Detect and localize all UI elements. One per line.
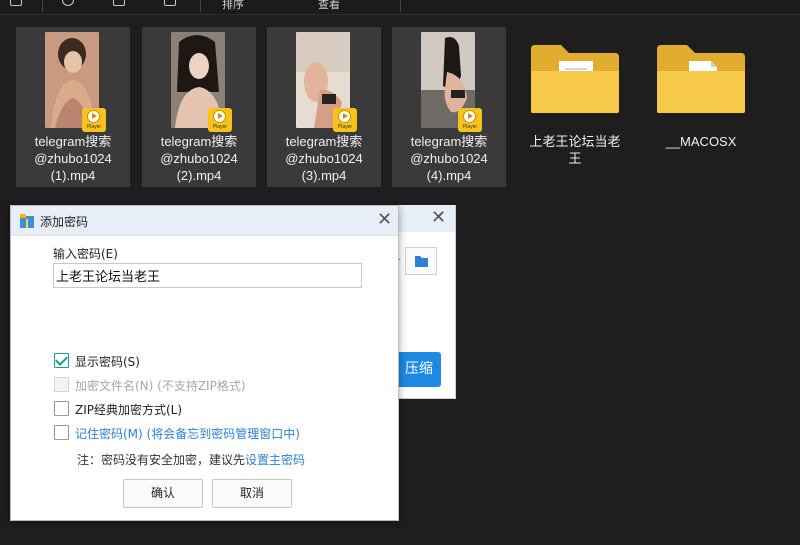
browse-folder-button[interactable] [405, 247, 437, 275]
set-master-password-link[interactable]: 设置主密码 [245, 453, 305, 467]
confirm-button[interactable]: 确认 [123, 479, 203, 508]
cancel-button[interactable]: 取消 [212, 479, 292, 508]
checkbox-icon[interactable] [54, 425, 69, 440]
security-note: 注：密码没有安全加密，建议先设置主密码 [77, 451, 305, 468]
file-name: telegram搜索 @zhubo1024 (4).mp4 [410, 134, 488, 183]
explorer-toolbar: 排序 查看 [0, 0, 800, 15]
new-icon[interactable] [10, 0, 22, 6]
player-badge-icon: Player [82, 108, 106, 132]
close-icon[interactable]: ✕ [431, 207, 446, 228]
file-tile-video-1[interactable]: Player telegram搜索 @zhubo1024 (1).mp4 [16, 27, 130, 187]
file-name: telegram搜索 @zhubo1024 (3).mp4 [285, 134, 363, 183]
folder-name: 上老王论坛当老 王 [529, 134, 621, 166]
folder-icon [415, 256, 428, 267]
folder-name: __MACOSX [665, 134, 737, 149]
add-password-dialog: 添加密码 ✕ 输入密码(E) 显示密码(S) 加密文件名(N) (不支持ZIP格… [10, 205, 399, 521]
file-tile-video-4[interactable]: Player telegram搜索 @zhubo1024 (4).mp4 [392, 27, 506, 187]
player-badge-icon: Player [208, 108, 232, 132]
checkbox-checked-icon[interactable] [54, 353, 69, 368]
sort-button[interactable]: 排序 [222, 0, 244, 12]
folder-icon [657, 45, 745, 113]
file-tile-video-2[interactable]: Player telegram搜索 @zhubo1024 (2).mp4 [142, 27, 256, 187]
password-label: 输入密码(E) [53, 247, 118, 261]
file-name: telegram搜索 @zhubo1024 (2).mp4 [160, 134, 238, 183]
player-badge-icon: Player [333, 108, 357, 132]
cut-icon[interactable] [62, 0, 74, 6]
dialog-title: 添加密码 [40, 215, 89, 229]
compress-button[interactable]: 压缩 [397, 352, 441, 387]
dialog-titlebar: 添加密码 ✕ [11, 206, 398, 236]
archive-app-icon [20, 214, 34, 228]
option-label: ZIP经典加密方式(L) [75, 403, 183, 417]
toolbar-separator [400, 0, 401, 12]
folder-icon [531, 45, 619, 113]
option-label: 显示密码(S) [75, 355, 140, 369]
toolbar-separator [200, 0, 201, 12]
password-input[interactable] [53, 263, 362, 288]
note-text: 注：密码没有安全加密，建议先 [77, 453, 246, 467]
option-label: 记住密码(M) (将会备忘到密码管理窗口中) [75, 427, 300, 441]
player-badge-icon: Player [458, 108, 482, 132]
file-tile-video-3[interactable]: Player telegram搜索 @zhubo1024 (3).mp4 [267, 27, 381, 187]
folder-tile-macosx[interactable]: __MACOSX [644, 27, 758, 187]
close-icon[interactable]: ✕ [377, 209, 392, 230]
paste-icon[interactable] [164, 0, 176, 6]
view-button[interactable]: 查看 [318, 0, 340, 12]
copy-icon[interactable] [113, 0, 125, 6]
compress-dialog: ✕ ⌄ · 压缩 [393, 205, 456, 399]
folder-tile-laowang[interactable]: 上老王论坛当老 王 [518, 27, 632, 187]
checkbox-icon [54, 377, 69, 392]
toolbar-separator [42, 0, 43, 12]
option-label: 加密文件名(N) (不支持ZIP格式) [75, 379, 246, 393]
file-name: telegram搜索 @zhubo1024 (1).mp4 [34, 134, 112, 183]
checkbox-icon[interactable] [54, 401, 69, 416]
